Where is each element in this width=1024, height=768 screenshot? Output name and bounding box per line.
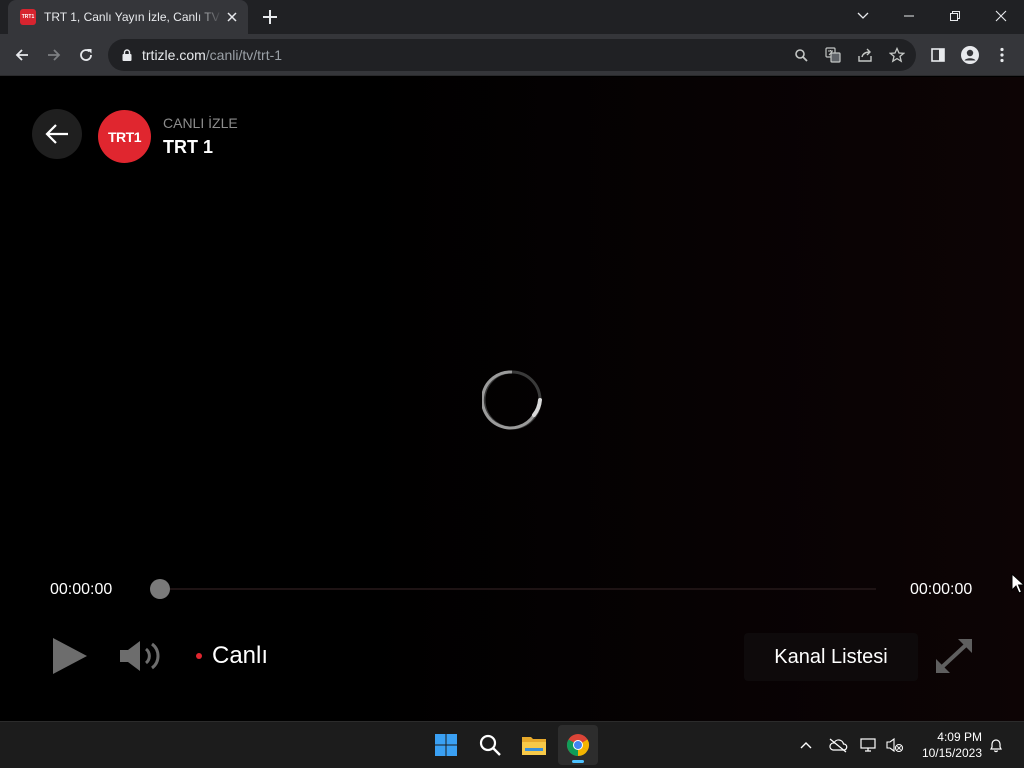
bookmark-star-icon[interactable] [888,46,906,64]
seek-bar[interactable] [160,588,876,590]
chevron-down-icon [857,12,869,19]
total-time: 00:00:00 [910,581,973,598]
back-nav-button[interactable] [8,41,36,69]
arrow-left-icon [45,124,68,144]
video-player[interactable]: TRT1 CANLI İZLE TRT 1 00:00:00 00:00:00 … [0,77,1024,721]
speaker-muted-icon [886,737,904,753]
reload-button[interactable] [72,41,100,69]
taskbar-chrome[interactable] [558,725,598,765]
onedrive-offline-button[interactable] [827,734,849,756]
cloud-off-icon [829,738,848,753]
forward-nav-button[interactable] [40,41,68,69]
profile-button[interactable] [956,41,984,69]
mouse-cursor-icon [1011,573,1024,594]
fullscreen-icon[interactable] [934,637,974,675]
minimize-button[interactable] [886,0,932,32]
channel-logo-text: TRT1 [108,128,142,145]
taskbar-search-button[interactable] [470,725,510,765]
side-panel-button[interactable] [924,41,952,69]
channel-name: TRT 1 [163,137,214,157]
lock-icon[interactable] [120,48,134,62]
browser-tab-strip: TRT1 TRT 1, Canlı Yayın İzle, Canlı TV İ… [0,0,1024,34]
zoom-search-icon[interactable] [792,46,810,64]
translate-icon[interactable] [824,46,842,64]
close-icon [995,10,1007,22]
chrome-menu-button[interactable] [988,41,1016,69]
clock-time: 4:09 PM [937,730,982,744]
seek-thumb[interactable] [150,579,170,599]
player-back-button[interactable] [32,109,82,159]
restore-button[interactable] [932,0,978,32]
clock-date: 10/15/2023 [921,746,982,760]
active-app-indicator [572,760,584,763]
arrow-right-icon [48,49,61,61]
tab-favicon-icon: TRT1 [20,9,36,25]
arrow-left-icon [15,49,28,61]
url-text[interactable]: trtizle.com/canli/tv/trt-1 [142,47,282,63]
taskbar-file-explorer[interactable] [514,725,554,765]
taskbar-clock[interactable]: 4:09 PM 10/15/2023 [916,729,982,761]
side-panel-icon [931,48,945,62]
tray-overflow-button[interactable] [795,734,817,756]
restore-icon [950,11,960,21]
file-explorer-icon [522,737,546,755]
chevron-up-icon [800,742,812,749]
start-button[interactable] [426,725,466,765]
bell-icon [990,739,1002,753]
kebab-menu-icon [1000,47,1004,63]
notifications-button[interactable] [985,734,1007,756]
play-icon[interactable] [50,635,90,677]
profile-avatar-icon [961,46,979,64]
live-indicator-dot [196,653,202,659]
close-window-button[interactable] [978,0,1024,32]
channel-list-button[interactable]: Kanal Listesi [744,633,918,681]
live-watch-label: CANLI İZLE [163,115,238,131]
address-bar[interactable]: trtizle.com/canli/tv/trt-1 [108,39,916,71]
start-icon [435,734,457,756]
screen: TRT1 TRT 1, Canlı Yayın İzle, Canlı TV İ… [0,0,1024,768]
current-time: 00:00:00 [50,581,113,598]
browser-toolbar: trtizle.com/canli/tv/trt-1 [0,34,1024,76]
browser-tab[interactable]: TRT1 TRT 1, Canlı Yayın İzle, Canlı TV İ… [8,0,248,34]
windows-taskbar: 4:09 PM 10/15/2023 [0,721,1024,768]
search-icon [479,734,501,756]
channel-logo: TRT1 [98,110,151,163]
loading-spinner-icon [482,370,542,430]
minimize-icon [904,15,914,17]
volume-tray-button[interactable] [884,734,906,756]
network-icon [860,738,876,752]
new-tab-icon[interactable] [260,7,280,27]
chrome-icon [567,734,589,756]
live-status-text: Canlı [212,642,269,669]
reload-icon [80,49,92,61]
network-button[interactable] [858,734,880,756]
tab-close-icon[interactable] [224,9,240,25]
tab-search-button[interactable] [840,0,886,32]
share-icon[interactable] [856,46,874,64]
volume-icon[interactable] [118,639,162,673]
tab-title: TRT 1, Canlı Yayın İzle, Canlı TV İzle [44,10,222,24]
